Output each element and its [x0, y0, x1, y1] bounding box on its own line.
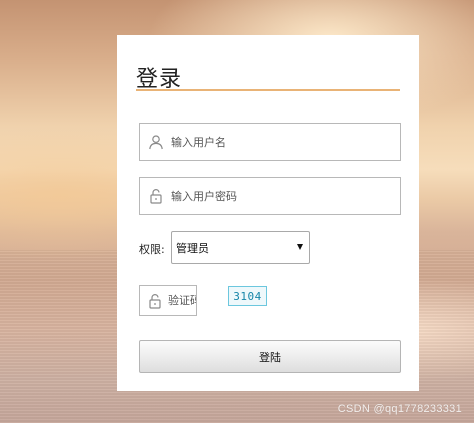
username-input[interactable]	[169, 124, 369, 160]
password-input[interactable]	[169, 178, 369, 214]
password-field[interactable]	[139, 177, 401, 215]
role-select-value: 管理员	[176, 241, 209, 255]
user-icon	[143, 124, 169, 160]
title-divider	[136, 89, 400, 91]
dropdown-arrow-icon	[297, 244, 303, 250]
lock-icon	[143, 178, 169, 214]
login-panel: 登录 权限: 管理员	[117, 35, 419, 391]
watermark: CSDN @qq1778233331	[337, 403, 462, 415]
username-field[interactable]	[139, 123, 401, 161]
captcha-field[interactable]	[139, 285, 197, 316]
captcha-code[interactable]: 3104	[228, 286, 267, 306]
role-select[interactable]: 管理员	[171, 231, 310, 264]
captcha-input[interactable]	[166, 286, 196, 315]
lock-icon	[143, 286, 166, 315]
login-button[interactable]: 登陆	[139, 340, 401, 373]
role-label: 权限:	[139, 243, 165, 256]
